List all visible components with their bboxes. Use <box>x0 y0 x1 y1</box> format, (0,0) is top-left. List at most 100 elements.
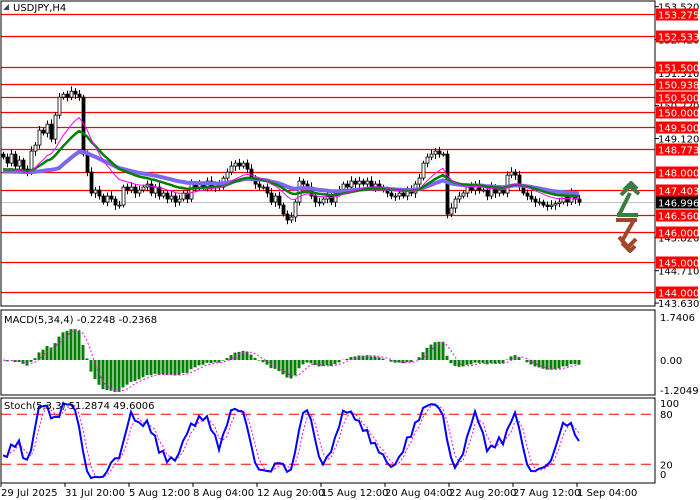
candle-bear <box>113 198 118 206</box>
macd-bar <box>209 360 213 363</box>
macd-bar <box>117 360 121 393</box>
macd-bar <box>497 360 501 364</box>
candle-bull <box>441 153 446 156</box>
chart-canvas[interactable]: 153.520152.420151.310150.220149.120145.8… <box>0 0 700 500</box>
macd-bar <box>477 360 481 363</box>
macd-bar <box>121 360 125 388</box>
candle-bull <box>137 189 142 194</box>
time-label: 1 Sep 04:00 <box>577 488 637 499</box>
candle-bear <box>313 195 318 203</box>
candle-bull <box>141 186 146 191</box>
candle-bull <box>57 96 62 116</box>
level-label: 150.500 <box>658 94 699 105</box>
candle-bull <box>465 186 470 194</box>
candle-bear <box>389 192 394 197</box>
macd-bar <box>445 355 449 360</box>
stoch-panel <box>1 402 655 480</box>
macd-bar <box>89 360 93 372</box>
candle-bear <box>97 189 102 197</box>
level-label: 150.000 <box>658 109 699 120</box>
candle-bull <box>177 198 182 203</box>
candle-bear <box>353 180 358 185</box>
macd-bar <box>257 360 261 361</box>
price-tick-label: 143.630 <box>658 299 699 310</box>
macd-bar <box>125 360 129 385</box>
macd-label: MACD(5,34,4) -0.2248 -0.2368 <box>4 315 157 326</box>
candle-bear <box>265 186 270 194</box>
candle-bull <box>553 203 558 206</box>
macd-bar <box>61 332 65 360</box>
candle-bull <box>349 180 354 188</box>
candle-bull <box>357 180 362 185</box>
macd-bar <box>297 360 301 369</box>
trading-chart-window: 153.520152.420151.310150.220149.120145.8… <box>0 0 700 500</box>
macd-bar <box>157 360 161 375</box>
candle-bull <box>229 165 234 173</box>
level-label: 146.000 <box>658 229 699 240</box>
candle-bear <box>269 192 274 203</box>
candle-bull <box>509 171 514 176</box>
macd-bar <box>317 360 321 367</box>
macd-bar <box>193 360 197 368</box>
candle-bear <box>281 204 286 215</box>
candle-bull <box>321 198 326 204</box>
candle-bull <box>481 189 486 192</box>
macd-bar <box>421 352 425 360</box>
time-label: 12 Aug 20:00 <box>257 488 324 499</box>
stoch-label: Stoch(5,3,3) 51.2874 49.6006 <box>4 401 155 412</box>
level-label: 152.533 <box>658 33 699 44</box>
macd-bar <box>65 330 69 360</box>
level-label: 147.403 <box>658 187 699 198</box>
macd-bar <box>573 360 577 365</box>
macd-bar <box>509 356 513 360</box>
macd-bar <box>549 360 553 370</box>
macd-bar <box>101 360 105 390</box>
macd-bar <box>237 351 241 360</box>
macd-bar <box>129 360 133 382</box>
macd-bar <box>357 355 361 360</box>
macd-bar <box>109 360 113 391</box>
candle-bull <box>273 195 278 203</box>
macd-bar <box>325 360 329 366</box>
candle-bull <box>365 180 370 185</box>
price-panel <box>1 13 655 294</box>
candle-bull <box>505 174 510 194</box>
macd-bar <box>569 360 573 365</box>
symbol-label: USDJPY,H4 <box>13 3 66 14</box>
candle-bull <box>233 162 238 167</box>
macd-bar <box>285 360 289 378</box>
level-label: 146.560 <box>658 212 699 223</box>
level-label: 148.000 <box>658 169 699 180</box>
macd-bar <box>213 360 217 363</box>
candle-bear <box>149 183 154 194</box>
macd-bar <box>453 360 457 366</box>
candle-bear <box>109 195 114 200</box>
macd-bar <box>553 360 557 370</box>
macd-bar <box>305 360 309 363</box>
macd-bar <box>97 360 101 385</box>
candle-bear <box>437 150 442 155</box>
macd-axis-label: -1.2049 <box>660 386 699 397</box>
macd-axis-label: 1.7406 <box>660 313 695 324</box>
macd-bar <box>337 360 341 363</box>
level-label: 148.773 <box>658 146 699 157</box>
level-label: 151.500 <box>658 64 699 75</box>
macd-bar <box>169 360 173 375</box>
candle-bull <box>497 189 502 194</box>
macd-bar <box>205 360 209 363</box>
macd-bar <box>245 351 249 360</box>
candle-bull <box>189 183 194 200</box>
macd-bar <box>429 344 433 360</box>
candle-bull <box>45 123 50 134</box>
macd-bar <box>465 360 469 365</box>
macd-bar <box>373 356 377 360</box>
candle-bear <box>85 153 90 173</box>
macd-bar <box>377 357 381 360</box>
time-label: 20 Aug 04:00 <box>385 488 452 499</box>
macd-bar <box>189 360 193 370</box>
candle-bear <box>469 186 474 191</box>
candle-bear <box>525 192 530 197</box>
arrow-up-icon <box>617 181 641 217</box>
candle-bear <box>529 195 534 200</box>
macd-bar <box>333 360 337 365</box>
